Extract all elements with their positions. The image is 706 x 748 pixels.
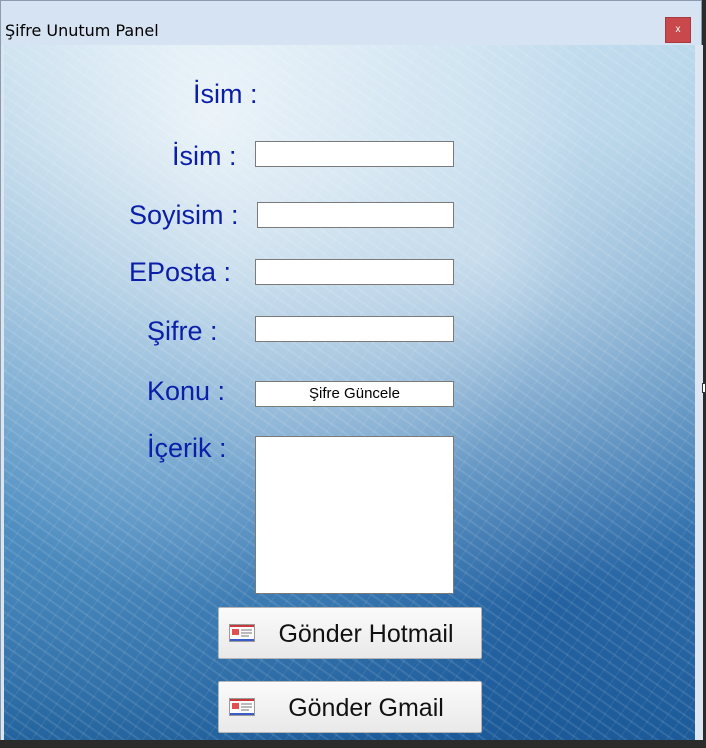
form-panel: İsim : İsim : Soyisim : EPosta : Şifre :… [4,45,695,745]
envelope-icon [229,624,255,642]
window-border-bottom [0,740,706,748]
icerik-textarea[interactable] [255,436,454,594]
eposta-label: EPosta : [129,257,232,287]
sifre-label: Şifre : [147,316,218,346]
window-title: Şifre Unutum Panel [5,21,159,40]
isim-label: İsim : [172,141,237,171]
window-border-right [695,45,703,745]
konu-input[interactable]: Şifre Güncele [255,381,454,407]
close-button[interactable]: x [665,17,691,43]
title-bar: Şifre Unutum Panel x [1,1,701,45]
send-gmail-button[interactable]: Gönder Gmail [218,681,482,733]
soyisim-input[interactable] [257,202,454,228]
icerik-label: İçerik : [147,433,227,463]
send-gmail-label: Gönder Gmail [288,694,444,722]
soyisim-label: Soyisim : [129,200,239,230]
header-name-label: İsim : [193,79,258,109]
eposta-input[interactable] [255,259,454,285]
send-hotmail-label: Gönder Hotmail [278,620,454,648]
konu-label: Konu : [147,376,226,406]
resize-handle[interactable] [702,383,706,393]
forgot-password-window: Şifre Unutum Panel x İsim : İsim : Soyis… [0,0,703,745]
send-hotmail-button[interactable]: Gönder Hotmail [218,607,482,659]
envelope-icon [229,698,255,716]
sifre-input[interactable] [255,316,454,342]
isim-input[interactable] [255,141,454,167]
